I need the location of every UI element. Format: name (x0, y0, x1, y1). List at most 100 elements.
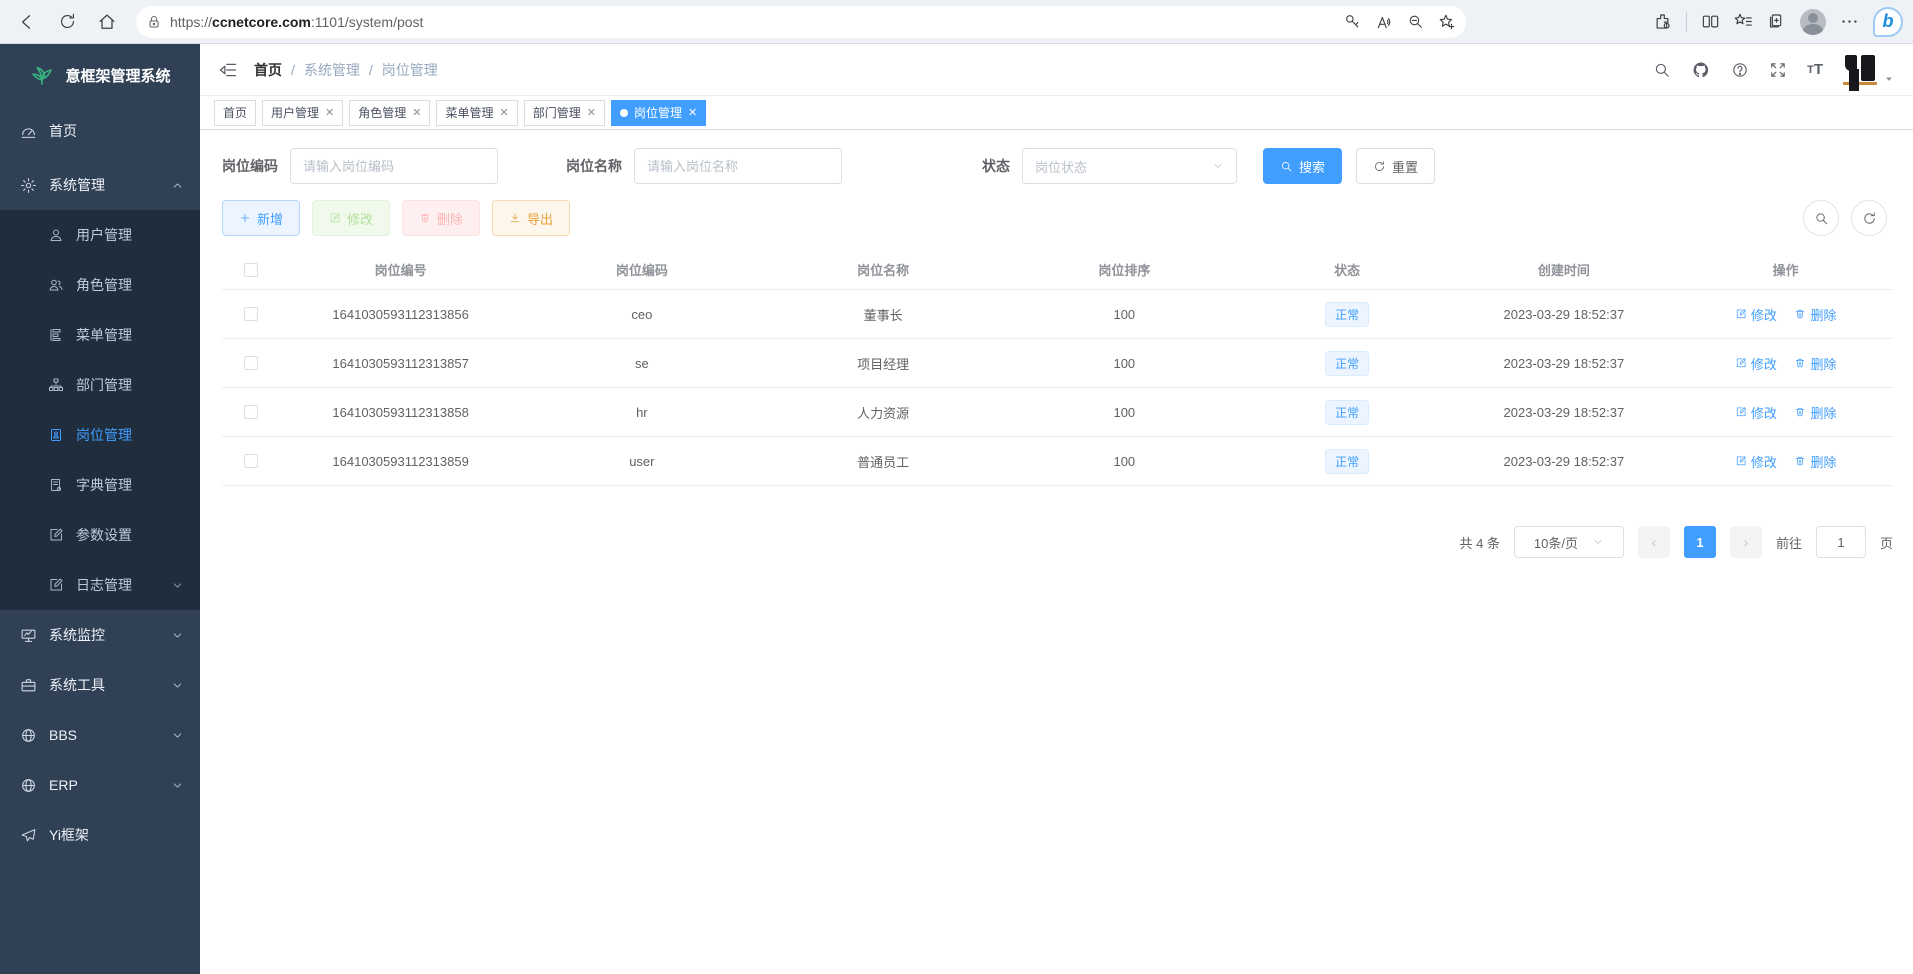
sidebar-item-roles[interactable]: 角色管理 (0, 260, 200, 310)
chevron-down-icon (171, 629, 184, 642)
row-edit-link[interactable]: 修改 (1735, 403, 1777, 422)
select-all-checkbox[interactable] (244, 263, 258, 277)
fullscreen-icon[interactable] (1769, 61, 1787, 79)
search-button[interactable]: 搜索 (1263, 148, 1342, 184)
home-icon[interactable] (90, 5, 124, 39)
reset-button[interactable]: 重置 (1356, 148, 1435, 184)
github-icon[interactable] (1691, 60, 1711, 80)
tab-menu-mgmt[interactable]: 菜单管理✕ (436, 100, 517, 126)
sidebar: 意框架管理系统 首页 系统管理 用户管理 角色管理 菜单管理 (0, 44, 200, 974)
address-bar[interactable]: https://ccnetcore.com:1101/system/post (136, 6, 1466, 38)
status-badge: 正常 (1325, 351, 1369, 376)
tab-dept-mgmt[interactable]: 部门管理✕ (524, 100, 605, 126)
close-icon[interactable]: ✕ (325, 106, 334, 119)
close-icon[interactable]: ✕ (412, 106, 421, 119)
row-checkbox[interactable] (244, 356, 258, 370)
post-name-input[interactable] (634, 148, 842, 184)
lock-icon[interactable] (146, 14, 162, 30)
key-icon[interactable] (1344, 13, 1361, 30)
sidebar-item-departments[interactable]: 部门管理 (0, 360, 200, 410)
url-text[interactable]: https://ccnetcore.com:1101/system/post (170, 14, 1336, 30)
table-row: 1641030593112313857 se 项目经理 100 正常 2023-… (222, 339, 1893, 388)
next-page-button[interactable]: › (1730, 526, 1762, 558)
sidebar-item-bbs[interactable]: BBS (0, 710, 200, 760)
row-delete-link[interactable]: 删除 (1794, 403, 1836, 422)
row-edit-link[interactable]: 修改 (1735, 354, 1777, 373)
menu-list-icon (48, 327, 64, 343)
breadcrumb-system[interactable]: 系统管理 (304, 60, 360, 80)
tab-home[interactable]: 首页 (214, 100, 256, 126)
show-search-toggle-button[interactable] (1803, 200, 1839, 236)
pagination: 共 4 条 10条/页 ‹ 1 › 前往 页 (222, 526, 1893, 558)
sidebar-item-erp[interactable]: ERP (0, 760, 200, 810)
col-header-created: 创建时间 (1449, 260, 1678, 279)
row-checkbox[interactable] (244, 307, 258, 321)
back-icon[interactable] (10, 5, 44, 39)
table-header-row: 岗位编号 岗位编码 岗位名称 岗位排序 状态 创建时间 操作 (222, 250, 1893, 290)
prev-page-button[interactable]: ‹ (1638, 526, 1670, 558)
add-button[interactable]: 新增 (222, 200, 300, 236)
favorites-icon[interactable] (1734, 12, 1753, 31)
current-page[interactable]: 1 (1684, 526, 1716, 558)
sidebar-item-users[interactable]: 用户管理 (0, 210, 200, 260)
read-aloud-icon[interactable] (1375, 13, 1393, 31)
extensions-icon[interactable] (1653, 12, 1672, 31)
refresh-icon[interactable] (50, 5, 84, 39)
row-checkbox[interactable] (244, 405, 258, 419)
goto-page-input[interactable] (1816, 526, 1866, 558)
add-favorite-icon[interactable] (1438, 13, 1456, 31)
edit-button[interactable]: 修改 (312, 200, 390, 236)
leaf-logo-icon (29, 62, 55, 88)
profile-avatar[interactable] (1800, 9, 1826, 35)
sidebar-item-system[interactable]: 系统管理 (0, 160, 200, 210)
collections-icon[interactable] (1767, 12, 1786, 31)
close-icon[interactable]: ✕ (688, 106, 697, 119)
page-size-select[interactable]: 10条/页 (1514, 526, 1624, 558)
collapse-sidebar-icon[interactable] (218, 60, 238, 80)
delete-button[interactable]: 删除 (402, 200, 480, 236)
header-search-icon[interactable] (1653, 61, 1671, 79)
app-logo[interactable]: 意框架管理系统 (0, 44, 200, 106)
active-dot (620, 109, 628, 117)
tab-user-mgmt[interactable]: 用户管理✕ (262, 100, 343, 126)
breadcrumb-home[interactable]: 首页 (254, 60, 282, 80)
sidebar-item-dictionary[interactable]: 字典管理 (0, 460, 200, 510)
col-header-status: 状态 (1245, 260, 1449, 279)
post-name-label: 岗位名称 (566, 156, 622, 176)
user-menu[interactable] (1843, 55, 1895, 85)
help-icon[interactable] (1731, 61, 1749, 79)
dictionary-icon (48, 477, 64, 493)
sidebar-item-tools[interactable]: 系统工具 (0, 660, 200, 710)
row-checkbox[interactable] (244, 454, 258, 468)
zoom-out-icon[interactable] (1407, 13, 1424, 30)
export-button[interactable]: 导出 (492, 200, 570, 236)
row-edit-link[interactable]: 修改 (1735, 452, 1777, 471)
font-size-icon[interactable]: TT (1807, 61, 1823, 78)
trash-icon (1794, 455, 1806, 467)
tab-role-mgmt[interactable]: 角色管理✕ (349, 100, 430, 126)
post-code-input[interactable] (290, 148, 498, 184)
tab-post-mgmt[interactable]: 岗位管理✕ (611, 100, 706, 126)
close-icon[interactable]: ✕ (500, 106, 509, 119)
chevron-down-icon (1212, 160, 1224, 172)
sidebar-item-monitor[interactable]: 系统监控 (0, 610, 200, 660)
chevron-up-icon (171, 179, 184, 192)
status-select[interactable]: 岗位状态 (1022, 148, 1237, 184)
row-delete-link[interactable]: 删除 (1794, 354, 1836, 373)
more-menu-icon[interactable] (1840, 12, 1859, 31)
sidebar-item-menus[interactable]: 菜单管理 (0, 310, 200, 360)
split-screen-icon[interactable] (1701, 12, 1720, 31)
sidebar-item-home[interactable]: 首页 (0, 106, 200, 156)
sidebar-item-yi-framework[interactable]: Yi框架 (0, 810, 200, 860)
row-edit-link[interactable]: 修改 (1735, 305, 1777, 324)
sidebar-item-parameters[interactable]: 参数设置 (0, 510, 200, 560)
row-delete-link[interactable]: 删除 (1794, 452, 1836, 471)
sidebar-item-logs[interactable]: 日志管理 (0, 560, 200, 610)
refresh-table-button[interactable] (1851, 200, 1887, 236)
filter-form: 岗位编码 岗位名称 状态 岗位状态 搜索 重置 (222, 148, 1893, 184)
close-icon[interactable]: ✕ (587, 106, 596, 119)
row-delete-link[interactable]: 删除 (1794, 305, 1836, 324)
trash-icon (1794, 308, 1806, 320)
sidebar-item-posts[interactable]: 岗位管理 (0, 410, 200, 460)
bing-copilot-icon[interactable]: b (1873, 7, 1903, 37)
